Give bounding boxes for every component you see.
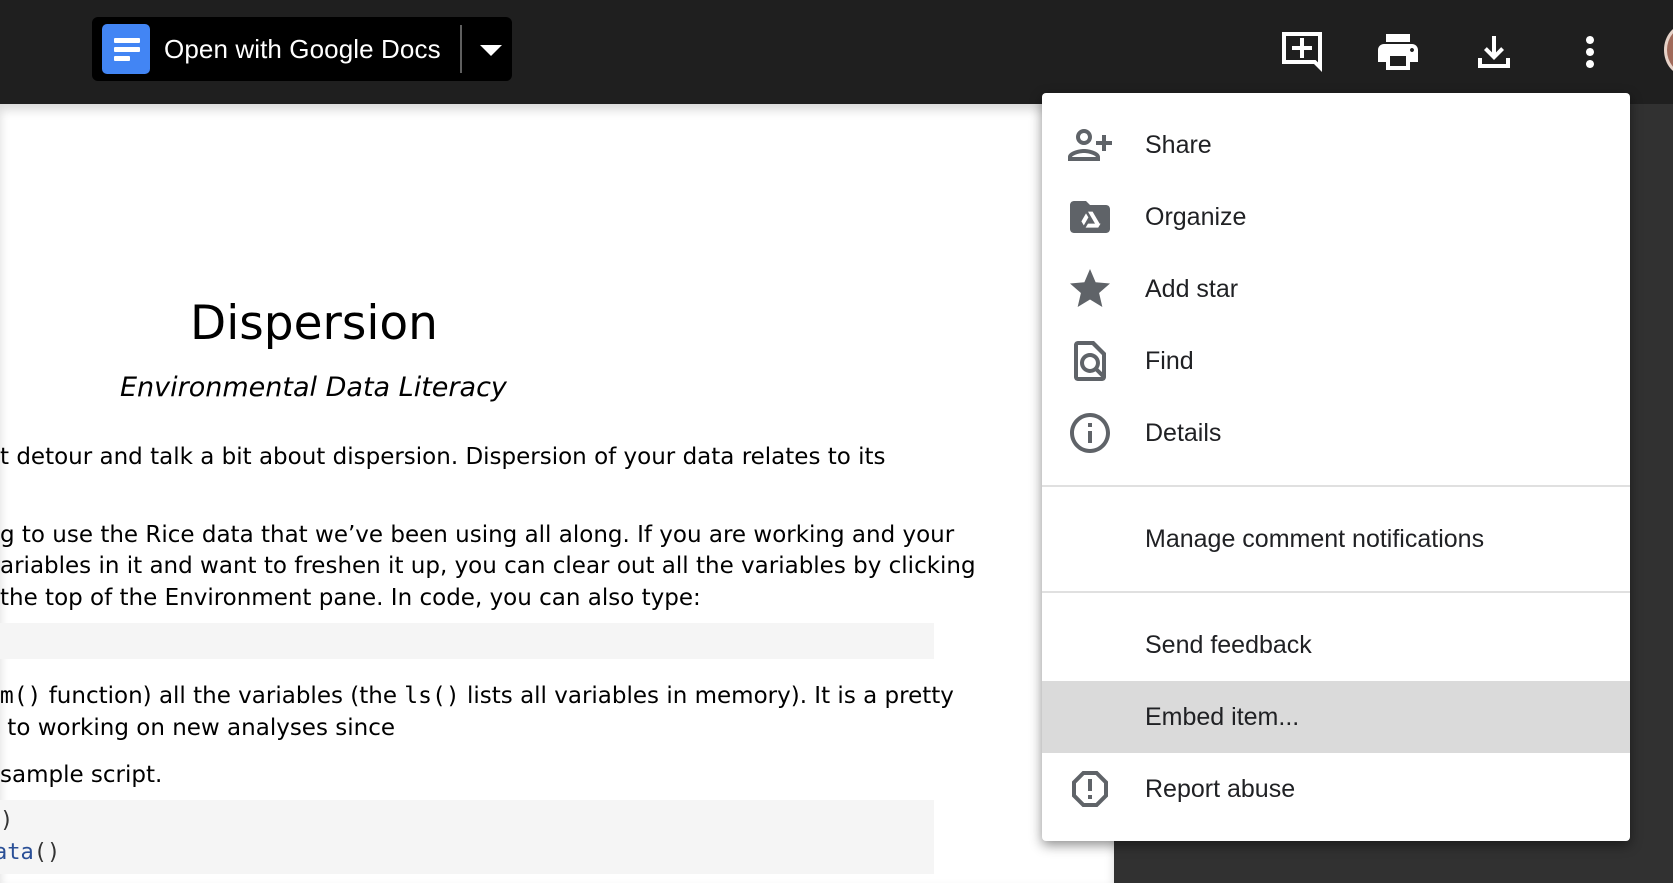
- document-page: Dispersion Environmental Data Literacy t…: [0, 104, 1114, 883]
- menu-item-manage-comment-notifications[interactable]: Manage comment notifications: [1042, 503, 1630, 575]
- document-title: Dispersion: [190, 296, 438, 351]
- paragraph-line: the top of the Environment pane. In code…: [0, 585, 701, 611]
- inline-code: rm(): [0, 683, 42, 709]
- code-line: ata(): [0, 840, 61, 865]
- menu-item-label: Organize: [1145, 203, 1247, 231]
- menu-item-embed-item[interactable]: Embed item...: [1042, 681, 1630, 753]
- menu-item-details[interactable]: Details: [1042, 397, 1630, 469]
- menu-item-label: Share: [1145, 131, 1212, 159]
- code-line: ): [0, 808, 14, 833]
- menu-item-send-feedback[interactable]: Send feedback: [1042, 609, 1630, 681]
- find-in-page-icon: [1066, 337, 1114, 385]
- menu-item-add-star[interactable]: Add star: [1042, 253, 1630, 325]
- person-add-icon: [1066, 121, 1114, 169]
- menu-item-label: Details: [1145, 419, 1222, 447]
- menu-item-label: Embed item...: [1145, 703, 1300, 731]
- document-subtitle: Environmental Data Literacy: [120, 372, 507, 403]
- avatar[interactable]: [1664, 24, 1673, 76]
- more-vert-icon[interactable]: [1566, 28, 1614, 76]
- menu-item-label: Report abuse: [1145, 775, 1296, 803]
- open-with-divider: [460, 25, 462, 73]
- paragraph-line: rm() function) all the variables (the ls…: [0, 680, 954, 712]
- menu-item-label: Send feedback: [1145, 631, 1312, 659]
- menu-item-label: Manage comment notifications: [1145, 525, 1485, 553]
- menu-item-label: Find: [1145, 347, 1194, 375]
- menu-item-label: Add star: [1145, 275, 1239, 303]
- add-comment-icon[interactable]: [1278, 28, 1326, 76]
- google-docs-icon: [102, 24, 150, 74]
- report-icon: [1066, 765, 1114, 813]
- code-block: ) ata(): [0, 800, 934, 874]
- menu-item-find[interactable]: Find: [1042, 325, 1630, 397]
- menu-item-share[interactable]: Share: [1042, 109, 1630, 181]
- menu-divider: [1042, 485, 1630, 487]
- menu-item-report-abuse[interactable]: Report abuse: [1042, 753, 1630, 825]
- more-actions-menu: Share Organize Add star Find Details Man…: [1042, 93, 1630, 841]
- open-with-label: Open with Google Docs: [164, 33, 441, 64]
- top-bar: Open with Google Docs: [0, 0, 1673, 104]
- paragraph-line: t detour and talk a bit about dispersion…: [0, 444, 886, 470]
- info-icon: [1066, 409, 1114, 457]
- paragraph-line: sample script.: [0, 762, 163, 788]
- print-icon[interactable]: [1374, 28, 1422, 76]
- drive-folder-icon: [1066, 193, 1114, 241]
- paragraph-line: to working on new analyses since: [0, 715, 395, 741]
- open-with-google-docs-button[interactable]: Open with Google Docs: [92, 17, 512, 81]
- menu-item-organize[interactable]: Organize: [1042, 181, 1630, 253]
- code-block: [0, 623, 934, 659]
- open-with-dropdown-icon[interactable]: [468, 17, 512, 81]
- paragraph-line: ariables in it and want to freshen it up…: [0, 553, 976, 579]
- star-icon: [1066, 265, 1114, 313]
- menu-divider: [1042, 591, 1630, 593]
- download-icon[interactable]: [1470, 28, 1518, 76]
- paragraph-line: g to use the Rice data that we’ve been u…: [0, 522, 955, 548]
- inline-code: ls(): [404, 683, 460, 709]
